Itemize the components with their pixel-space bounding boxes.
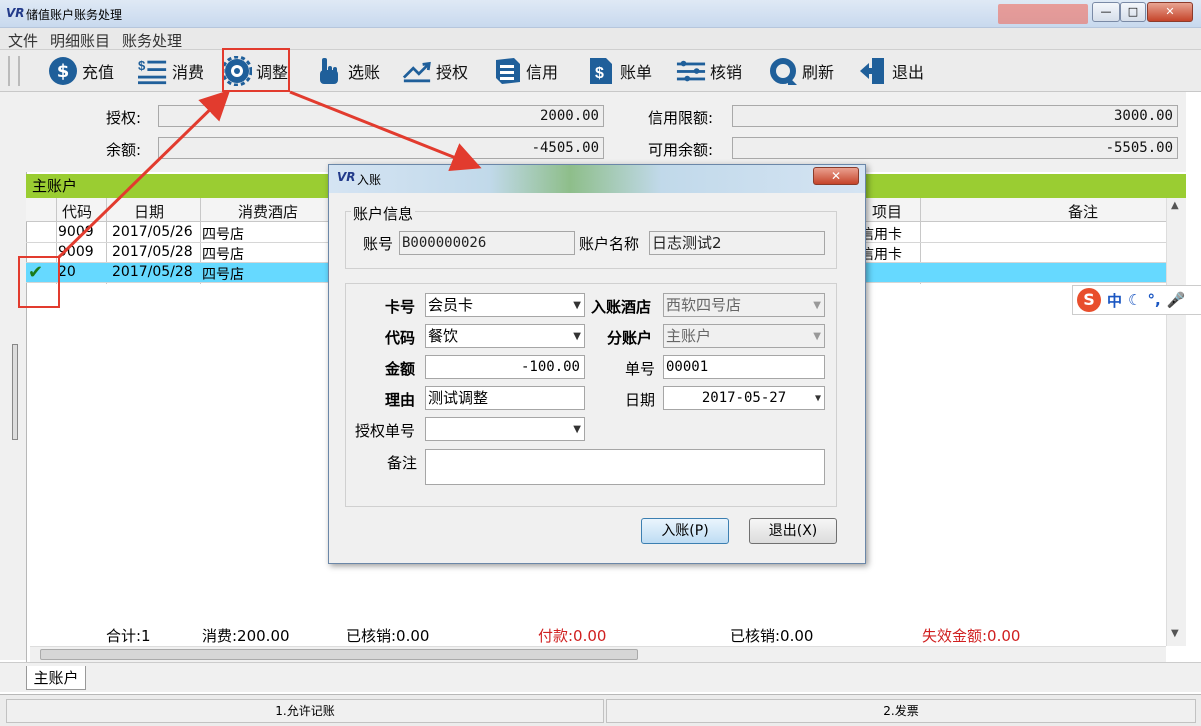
- annotation-arrows: [56, 89, 482, 260]
